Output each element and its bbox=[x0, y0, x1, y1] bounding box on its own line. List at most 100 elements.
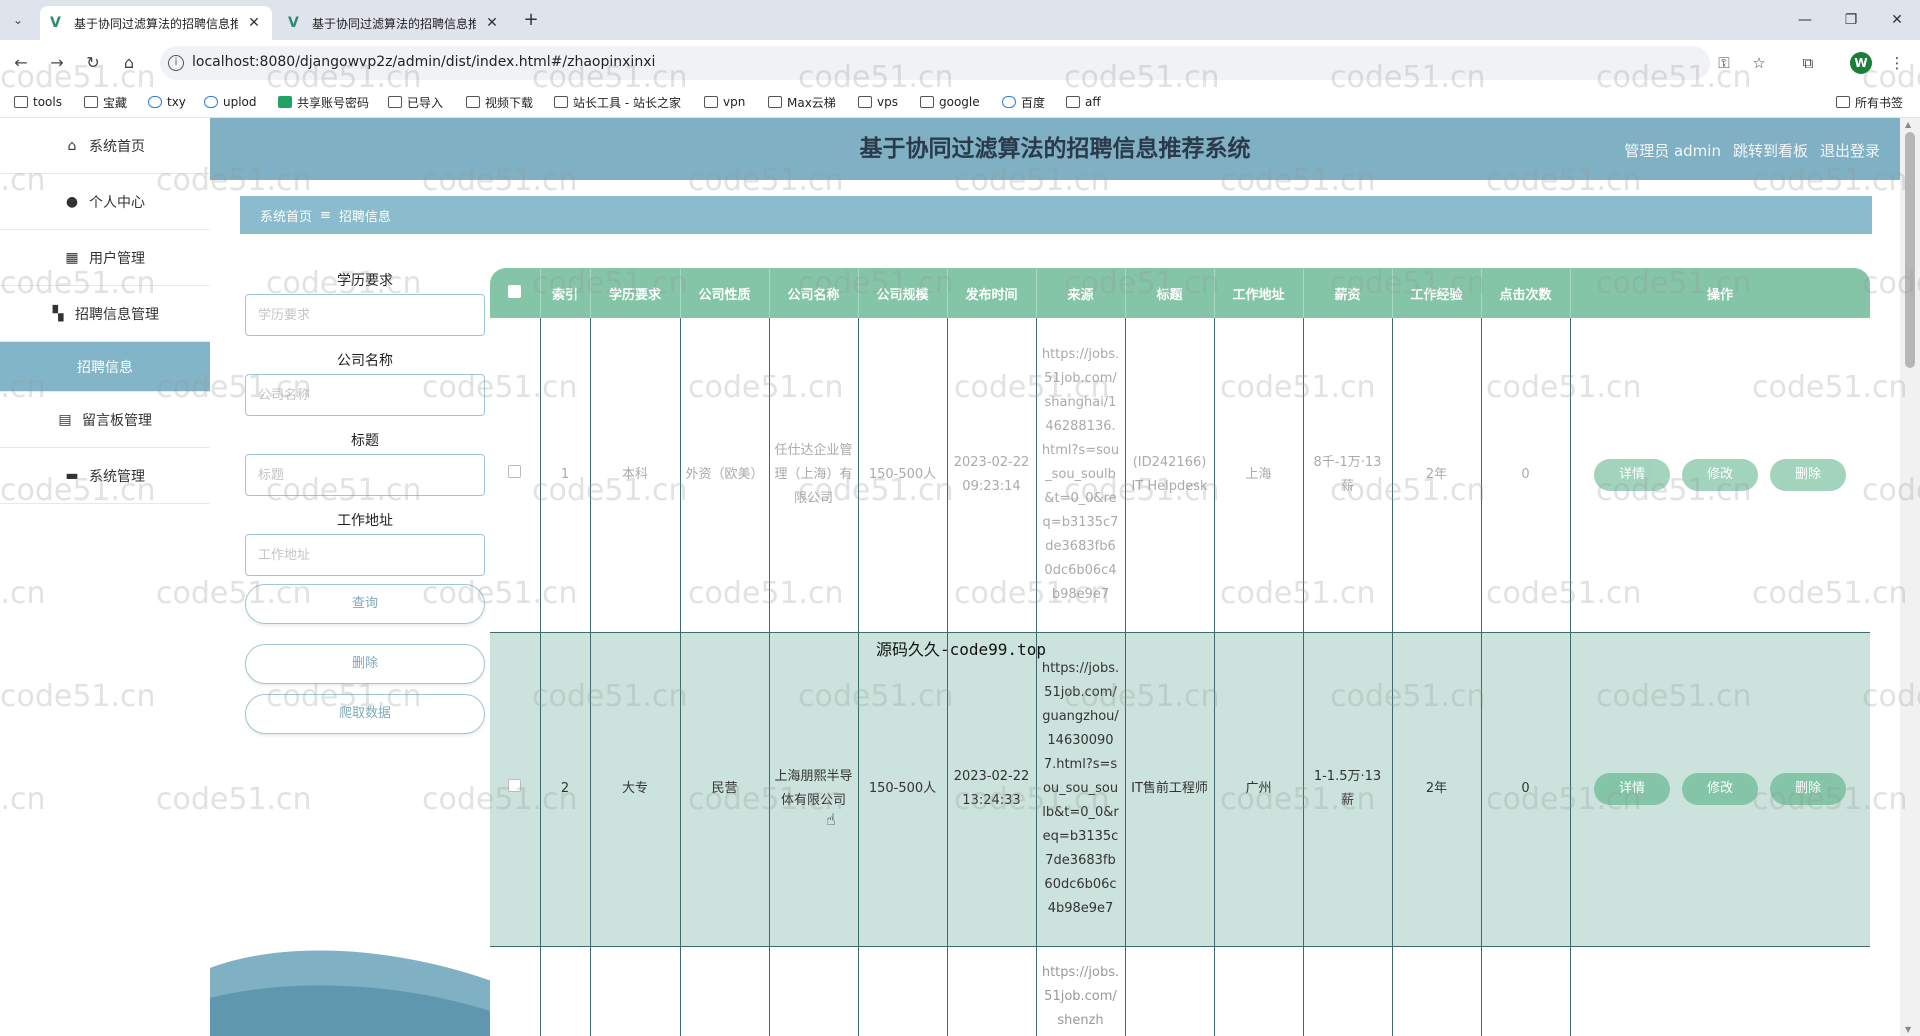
top-header: 基于协同过滤算法的招聘信息推荐系统 管理员 admin 跳转到看板 退出登录 bbox=[210, 118, 1900, 180]
crawl-button[interactable]: 爬取数据 bbox=[245, 694, 485, 734]
url-field[interactable]: i localhost:8080/djangowvp2z/admin/dist/… bbox=[160, 46, 1710, 80]
column-header: 发布时间 bbox=[947, 268, 1037, 318]
restore-icon[interactable]: ❐ bbox=[1836, 8, 1866, 32]
grid-icon: ▦ bbox=[65, 249, 79, 266]
decorative-wave bbox=[210, 950, 510, 1036]
bookmark-item[interactable]: vpn bbox=[704, 93, 745, 111]
folder-icon bbox=[768, 96, 782, 108]
delete-button[interactable]: 删除 bbox=[1770, 458, 1846, 491]
bookmark-item[interactable]: 站长工具 - 站长之家 bbox=[554, 93, 681, 111]
query-button[interactable]: 查询 bbox=[245, 584, 485, 624]
detail-button[interactable]: 详情 bbox=[1594, 458, 1670, 491]
bookmark-star-icon[interactable]: ☆ bbox=[1748, 52, 1770, 74]
edit-button[interactable]: 修改 bbox=[1682, 773, 1758, 805]
title-input[interactable] bbox=[245, 454, 485, 496]
extensions-icon[interactable]: ⧉ bbox=[1797, 52, 1819, 74]
bookmark-item[interactable]: uplod bbox=[204, 93, 257, 111]
edit-button[interactable]: 修改 bbox=[1682, 458, 1758, 491]
scroll-up-icon[interactable]: ▲ bbox=[1905, 120, 1911, 129]
close-tab-icon[interactable]: ✕ bbox=[484, 15, 500, 31]
bookmark-item[interactable]: 共享账号密码 bbox=[278, 93, 369, 111]
password-key-icon[interactable]: ⚿ bbox=[1713, 52, 1735, 74]
folder-icon bbox=[704, 96, 718, 108]
cell-clicks: 0 bbox=[1481, 632, 1571, 947]
jobs-table-wrap: 索引 学历要求 公司性质 公司名称 公司规模 发布时间 来源 标题 工作地址 薪… bbox=[490, 268, 1870, 1036]
company-input[interactable] bbox=[245, 374, 485, 416]
bookmarks-bar: tools 宝藏 txy uplod 共享账号密码 已导入 视频下载 站长工具 … bbox=[0, 86, 1920, 118]
bookmark-item[interactable]: txy bbox=[148, 93, 186, 111]
more-menu-icon[interactable]: ⋮ bbox=[1886, 52, 1908, 74]
profile-avatar[interactable]: W bbox=[1850, 52, 1872, 74]
user-icon: ● bbox=[65, 193, 79, 210]
cell-ops: 详情 修改 删除 bbox=[1570, 318, 1870, 633]
education-input[interactable] bbox=[245, 294, 485, 336]
message-icon: ▤ bbox=[58, 411, 72, 428]
sidebar-item-home[interactable]: ⌂ 系统首页 bbox=[0, 118, 210, 174]
bookmark-item[interactable]: 百度 bbox=[1002, 93, 1045, 111]
cell-nature: 民营 bbox=[680, 632, 770, 947]
sidebar-item-jobs[interactable]: 招聘信息 bbox=[0, 342, 210, 392]
scroll-thumb[interactable] bbox=[1905, 132, 1915, 368]
address-input[interactable] bbox=[245, 534, 485, 576]
tab-title: 基于协同过滤算法的招聘信息推 bbox=[74, 16, 238, 31]
site-info-icon[interactable]: i bbox=[168, 55, 184, 71]
hand-cursor-icon: ☝ bbox=[826, 810, 836, 829]
tab-search-icon[interactable]: ⌄ bbox=[8, 10, 28, 30]
bookmark-item[interactable]: vps bbox=[858, 93, 898, 111]
sidebar-item-profile[interactable]: ● 个人中心 bbox=[0, 174, 210, 230]
breadcrumb-home[interactable]: 系统首页 bbox=[260, 206, 312, 225]
select-all-cell[interactable] bbox=[490, 268, 541, 318]
sidebar: ⌂ 系统首页 ● 个人中心 ▦ 用户管理 ▚ 招聘信息管理 招聘信息 ▤ 留言板管理 ▬ 系… bbox=[0, 118, 210, 1036]
column-header: 薪资 bbox=[1303, 268, 1393, 318]
cell-source: https://jobs.51job.com/shanghai/14628813… bbox=[1036, 318, 1126, 633]
close-tab-icon[interactable]: ✕ bbox=[246, 15, 262, 31]
new-tab-icon[interactable]: + bbox=[520, 9, 542, 31]
select-all-checkbox[interactable] bbox=[508, 284, 522, 298]
education-label: 学历要求 bbox=[337, 273, 393, 289]
bookmark-item[interactable]: 视频下载 bbox=[466, 93, 533, 111]
cell-source: https://jobs.51job.com/shenzh bbox=[1036, 946, 1126, 1036]
bookmark-item[interactable]: 已导入 bbox=[388, 93, 443, 111]
batch-delete-button[interactable]: 删除 bbox=[245, 644, 485, 684]
scroll-down-icon[interactable]: ▼ bbox=[1905, 1025, 1911, 1034]
sidebar-item-users[interactable]: ▦ 用户管理 bbox=[0, 230, 210, 286]
browser-tab-active[interactable]: V 基于协同过滤算法的招聘信息推 ✕ bbox=[40, 6, 272, 40]
minimize-icon[interactable]: — bbox=[1790, 8, 1820, 32]
delete-button[interactable]: 删除 bbox=[1770, 773, 1846, 805]
page-scrollbar[interactable]: ▲ ▼ bbox=[1900, 118, 1920, 1036]
cell-ops: 详情 修改 删除 bbox=[1570, 632, 1870, 947]
back-icon[interactable]: ← bbox=[10, 52, 32, 74]
bookmark-item[interactable]: aff bbox=[1066, 93, 1101, 111]
folder-icon bbox=[920, 96, 934, 108]
detail-button[interactable]: 详情 bbox=[1594, 773, 1670, 805]
logout-link[interactable]: 退出登录 bbox=[1820, 140, 1880, 161]
all-bookmarks[interactable]: 所有书签 bbox=[1836, 93, 1903, 111]
column-header: 来源 bbox=[1036, 268, 1126, 318]
column-header: 点击次数 bbox=[1481, 268, 1571, 318]
table-row[interactable]: 1 本科 外资（欧美） 任仕达企业管理（上海）有限公司 150-500人 202… bbox=[490, 318, 1870, 633]
sidebar-item-messages[interactable]: ▤ 留言板管理 bbox=[0, 392, 210, 448]
column-header: 学历要求 bbox=[590, 268, 681, 318]
cell-experience: 2年 bbox=[1392, 318, 1482, 633]
row-checkbox[interactable] bbox=[508, 779, 522, 792]
table-row[interactable]: https://jobs.51job.com/shenzh bbox=[490, 946, 1870, 1036]
bookmark-item[interactable]: 宝藏 bbox=[84, 93, 127, 111]
forward-icon[interactable]: → bbox=[46, 52, 68, 74]
cell-scale: 150-500人 bbox=[858, 632, 948, 947]
cell-clicks: 0 bbox=[1481, 318, 1571, 633]
close-window-icon[interactable]: ✕ bbox=[1882, 8, 1912, 32]
browser-tab[interactable]: V 基于协同过滤算法的招聘信息推 ✕ bbox=[278, 6, 510, 40]
table-row[interactable]: 2 大专 民营 上海朋熙半导体有限公司 150-500人 2023-02-22 … bbox=[490, 632, 1870, 947]
cell-title: IT售前工程师 bbox=[1125, 632, 1215, 947]
bookmark-item[interactable]: Max云梯 bbox=[768, 93, 836, 111]
sidebar-item-system[interactable]: ▬ 系统管理 bbox=[0, 448, 210, 504]
reload-icon[interactable]: ↻ bbox=[82, 52, 104, 74]
bookmark-item[interactable]: google bbox=[920, 93, 980, 111]
cloud-icon bbox=[204, 96, 218, 108]
bookmark-item[interactable]: tools bbox=[14, 93, 62, 111]
sidebar-item-jobs-manage[interactable]: ▚ 招聘信息管理 bbox=[0, 286, 210, 342]
row-checkbox[interactable] bbox=[508, 464, 522, 478]
home-icon[interactable]: ⌂ bbox=[118, 52, 140, 74]
column-header: 索引 bbox=[540, 268, 591, 318]
dashboard-link[interactable]: 跳转到看板 bbox=[1733, 140, 1808, 161]
